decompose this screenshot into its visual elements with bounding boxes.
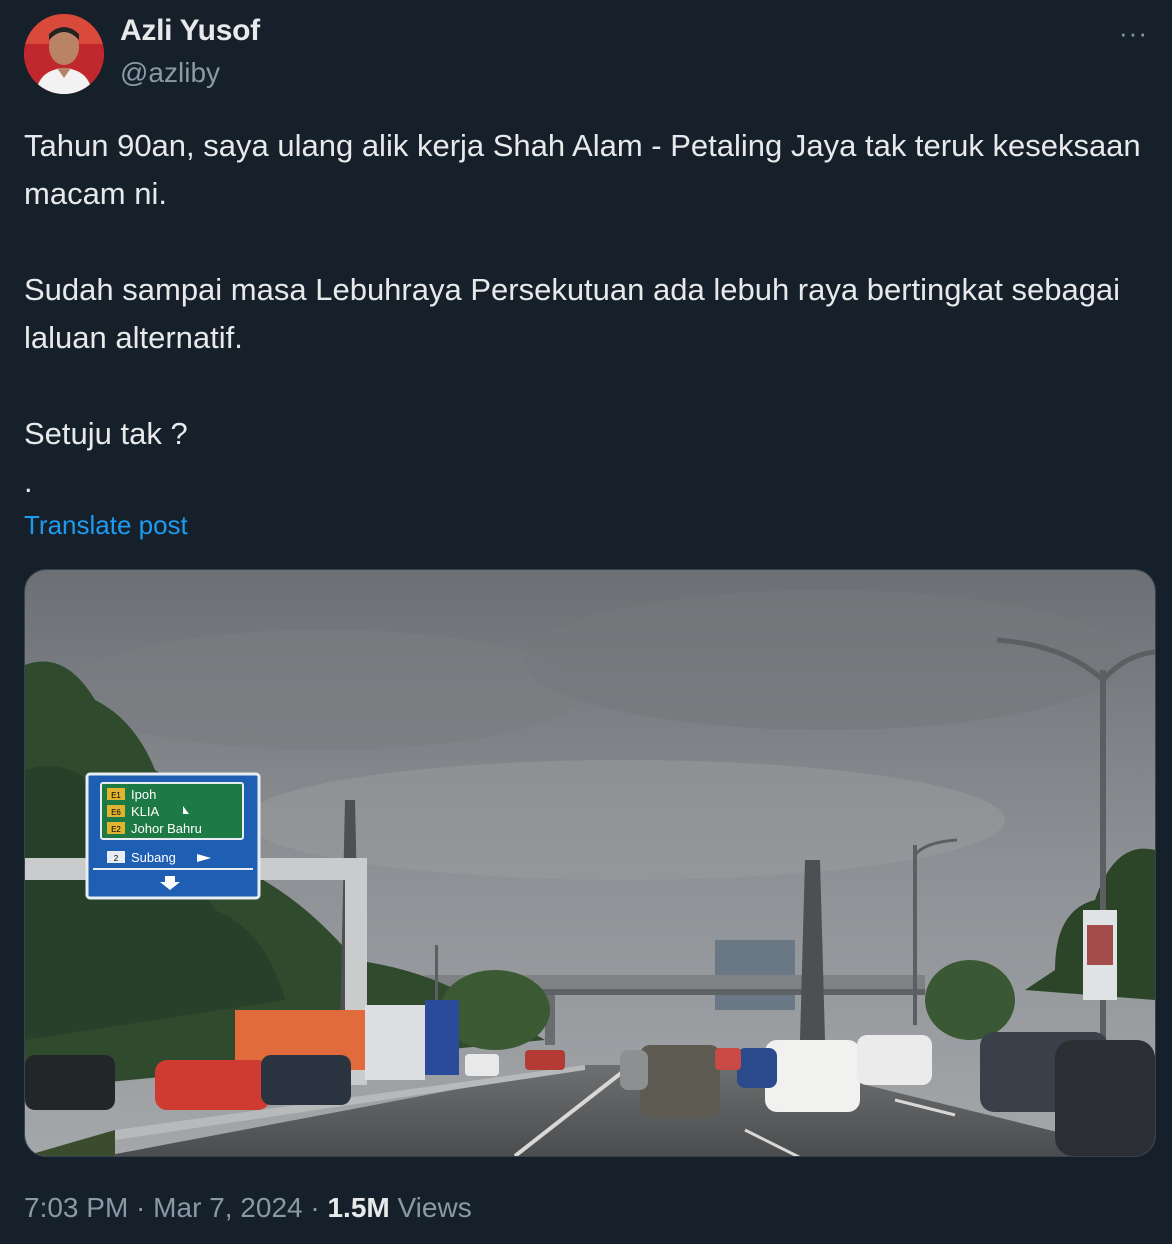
avatar[interactable]: [24, 14, 104, 94]
meta-separator: ·: [128, 1192, 154, 1223]
sign-badge-2: E6: [111, 808, 121, 817]
post-metadata: 7:03 PM · Mar 7, 2024 · 1.5M Views: [24, 1192, 472, 1224]
author-name[interactable]: Azli Yusof: [120, 14, 260, 48]
views-count[interactable]: 1.5M: [327, 1192, 389, 1223]
sign-destination-subang: Subang: [131, 850, 176, 865]
translate-post-link[interactable]: Translate post: [24, 510, 188, 541]
views-label: Views: [389, 1192, 472, 1223]
author-handle[interactable]: @azliby: [120, 57, 220, 89]
tweet-line: Sudah sampai masa Lebuhraya Persekutuan …: [24, 272, 1121, 355]
more-options-icon[interactable]: ···: [1119, 18, 1148, 49]
sign-destination-klia: KLIA: [131, 804, 160, 819]
sign-badge-4: 2: [114, 854, 119, 863]
tweet-line: .: [24, 464, 33, 499]
sign-badge-3: E2: [111, 825, 121, 834]
tweet-text: Tahun 90an, saya ulang alik kerja Shah A…: [24, 122, 1148, 506]
meta-separator: ·: [302, 1192, 328, 1223]
post-date[interactable]: Mar 7, 2024: [153, 1192, 302, 1223]
sign-destination-ipoh: Ipoh: [131, 787, 156, 802]
tweet-line: Setuju tak ?: [24, 416, 188, 451]
post-photo[interactable]: E1 Ipoh E6 KLIA E2 Johor Bahru 2 Subang: [24, 569, 1156, 1157]
sign-destination-johor: Johor Bahru: [131, 821, 202, 836]
highway-traffic-photo: E1 Ipoh E6 KLIA E2 Johor Bahru 2 Subang: [25, 570, 1155, 1156]
avatar-image: [24, 14, 104, 94]
tweet-line: Tahun 90an, saya ulang alik kerja Shah A…: [24, 128, 1141, 211]
sign-badge-1: E1: [111, 791, 121, 800]
post-time[interactable]: 7:03 PM: [24, 1192, 128, 1223]
